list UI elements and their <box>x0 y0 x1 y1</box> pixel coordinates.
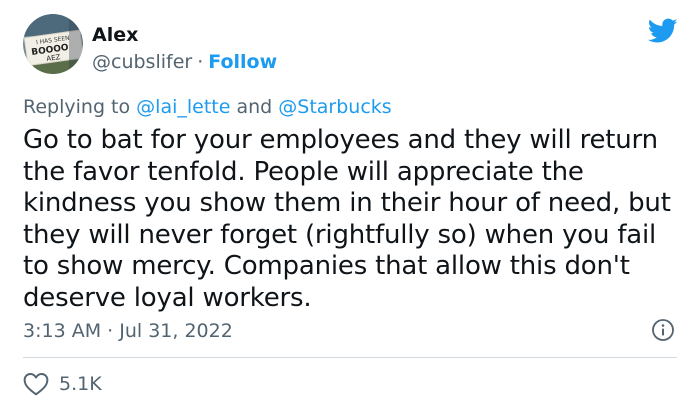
replying-conjunction: and <box>236 96 273 118</box>
tweet-text-line: kindness you show them in their hour of … <box>23 188 671 219</box>
author-handle-row: @cubslifer · Follow <box>92 51 277 73</box>
heart-icon <box>23 373 49 396</box>
tweet-date: Jul 31, 2022 <box>119 320 233 342</box>
author-handle[interactable]: @cubslifer <box>92 51 192 73</box>
replying-prefix: Replying to <box>23 96 131 118</box>
tweet-text-line: they will never forget (rightfully so) w… <box>23 219 657 250</box>
like-button[interactable]: 5.1K <box>23 372 102 396</box>
replying-to: Replying to @lai_lette and @Starbucks <box>23 96 392 118</box>
tweet-text-line: the favor tenfold. People will appreciat… <box>23 156 584 187</box>
tweet-timestamp[interactable]: 3:13 AM · Jul 31, 2022 <box>23 320 233 342</box>
mention-starbucks[interactable]: @Starbucks <box>278 96 391 118</box>
avatar[interactable]: I HAS SEEN BOOOO AEZ <box>23 14 83 74</box>
info-icon[interactable] <box>651 318 675 342</box>
divider <box>23 357 677 358</box>
tweet-text-line: Go to bat for your employees and they wi… <box>23 125 658 155</box>
tweet-card: I HAS SEEN BOOOO AEZ Alex @cubslifer · Fol… <box>0 0 700 410</box>
tweet-text: Go to bat for your employees and they wi… <box>23 125 683 315</box>
tweet-text-line: to show mercy. Companies that allow this… <box>23 251 630 282</box>
follow-button[interactable]: Follow <box>208 51 277 73</box>
mention-lai-lette[interactable]: @lai_lette <box>136 96 230 118</box>
like-count: 5.1K <box>59 373 102 395</box>
author-name[interactable]: Alex <box>92 24 138 46</box>
twitter-bird-icon[interactable] <box>648 18 678 44</box>
tweet-text-line: deserve loyal workers. <box>23 282 312 313</box>
tweet-time: 3:13 AM <box>23 320 102 342</box>
handle-separator: · <box>197 51 204 73</box>
timestamp-separator: · <box>107 320 114 342</box>
avatar-image: I HAS SEEN BOOOO AEZ <box>23 14 83 74</box>
